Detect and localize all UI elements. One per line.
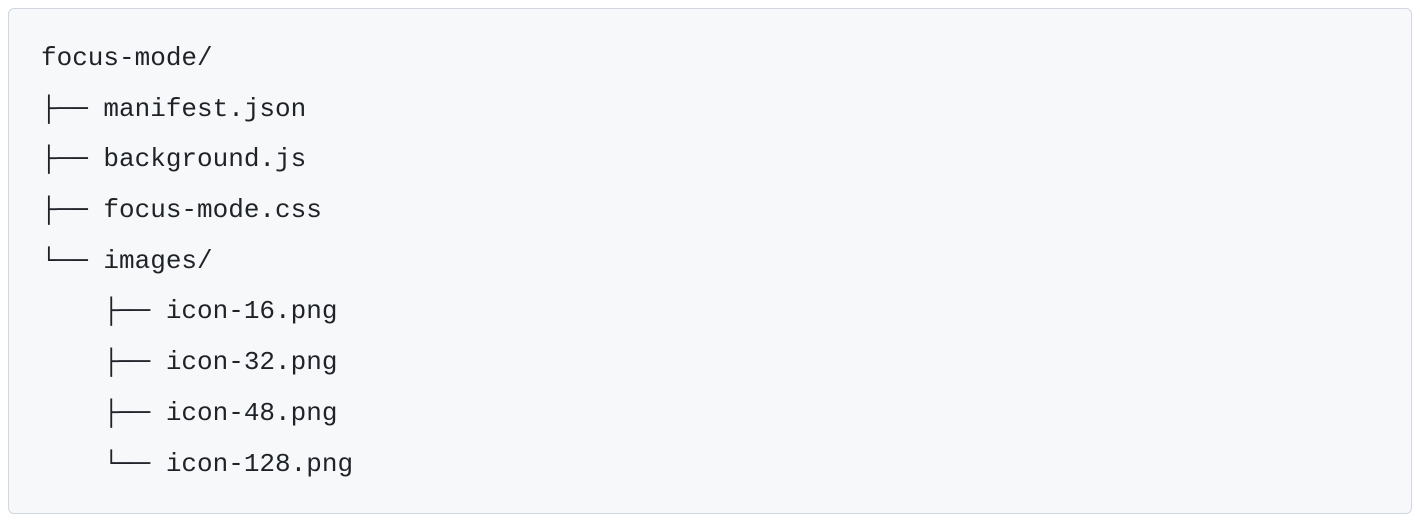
tree-line-file: ├── manifest.json bbox=[41, 84, 1379, 135]
tree-line-file: ├── icon-48.png bbox=[41, 388, 1379, 439]
tree-line-file: ├── icon-32.png bbox=[41, 337, 1379, 388]
tree-line-file: ├── icon-16.png bbox=[41, 286, 1379, 337]
tree-line-file: ├── background.js bbox=[41, 134, 1379, 185]
tree-line-file: ├── focus-mode.css bbox=[41, 185, 1379, 236]
tree-line-file: └── icon-128.png bbox=[41, 439, 1379, 490]
tree-line-root: focus-mode/ bbox=[41, 33, 1379, 84]
tree-line-folder: └── images/ bbox=[41, 236, 1379, 287]
file-tree-block: focus-mode/├── manifest.json├── backgrou… bbox=[8, 8, 1412, 514]
